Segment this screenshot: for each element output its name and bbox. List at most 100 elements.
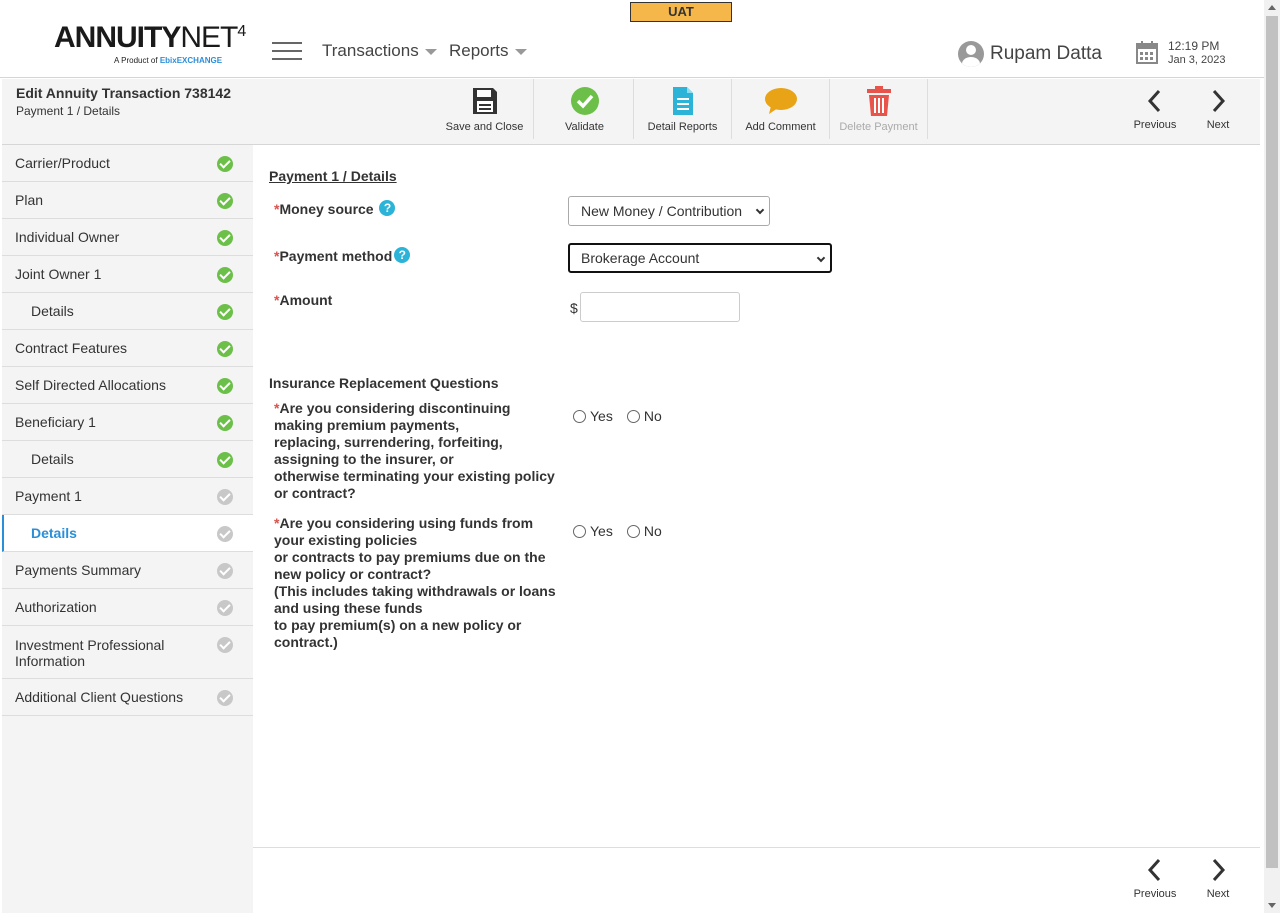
scrollbar-thumb[interactable]: [1266, 16, 1278, 868]
chevron-left-icon: [1147, 858, 1161, 882]
previous-button[interactable]: Previous: [1125, 79, 1185, 131]
question-2-line: Are you considering using funds from you…: [274, 515, 534, 548]
save-and-close-button[interactable]: Save and Close: [436, 79, 534, 139]
sidebar-item-investment-professional[interactable]: Investment Professional Information: [2, 626, 253, 679]
floppy-disk-icon: [472, 88, 497, 114]
speech-bubble-icon: [764, 88, 797, 114]
logo-brand: EbixEXCHANGE: [159, 56, 223, 65]
validate-button[interactable]: Validate: [536, 79, 634, 139]
save-and-close-label: Save and Close: [445, 121, 524, 133]
clock-time: 12:19 PM: [1168, 39, 1220, 53]
user-menu[interactable]: Rupam Datta: [958, 40, 1102, 68]
amount-input[interactable]: [580, 292, 740, 322]
top-header: AnnuityNet4 A Product of EbixEXCHANGE UA…: [0, 0, 1264, 78]
question-2-yes-radio[interactable]: [573, 524, 586, 538]
sidebar-item-payments-summary[interactable]: Payments Summary: [2, 552, 253, 589]
section-sidebar: Carrier/Product Plan Individual Owner Jo…: [2, 145, 253, 913]
complete-check-icon: [217, 452, 233, 468]
bottom-next-button[interactable]: Next: [1188, 848, 1248, 900]
complete-check-icon: [217, 193, 233, 209]
detail-reports-button[interactable]: Detail Reports: [634, 79, 732, 139]
sidebar-item-label: Details: [31, 303, 74, 319]
caret-down-icon: [514, 48, 527, 55]
question-1-radio-group: Yes No: [573, 408, 676, 424]
sidebar-item-carrier-product[interactable]: Carrier/Product: [2, 145, 253, 182]
delete-payment-label: Delete Payment: [839, 121, 918, 133]
complete-check-icon: [217, 415, 233, 431]
incomplete-check-icon: [217, 637, 233, 653]
money-source-select[interactable]: New Money / Contribution: [568, 196, 770, 226]
menu-transactions[interactable]: Transactions: [322, 41, 437, 61]
page-scrollbar[interactable]: [1264, 0, 1280, 913]
add-comment-button[interactable]: Add Comment: [732, 79, 830, 139]
check-circle-icon: [570, 87, 599, 115]
sidebar-item-label: Details: [31, 525, 77, 541]
yes-label: Yes: [590, 523, 613, 539]
sidebar-item-payment-1[interactable]: Payment 1: [2, 478, 253, 515]
sidebar-item-label: Additional Client Questions: [15, 689, 184, 705]
sidebar-item-label: Plan: [15, 192, 44, 208]
question-1-no-radio[interactable]: [626, 409, 640, 423]
next-button[interactable]: Next: [1188, 79, 1248, 131]
sidebar-item-payment-details[interactable]: Details: [2, 515, 253, 552]
logo-version: 4: [237, 23, 246, 40]
help-icon[interactable]: ?: [394, 247, 411, 263]
calendar-icon: [1136, 41, 1158, 64]
previous-label: Previous: [1133, 119, 1177, 131]
scroll-down-arrow-icon[interactable]: [1268, 903, 1276, 908]
sidebar-item-joint-owner-details[interactable]: Details: [2, 293, 253, 330]
menu-reports[interactable]: Reports: [449, 41, 527, 61]
sidebar-item-label: Authorization: [15, 599, 97, 615]
replacement-question-1: *Are you considering discontinuing makin…: [274, 400, 559, 502]
bottom-navigation: Previous Next: [253, 847, 1260, 913]
sidebar-item-contract-features[interactable]: Contract Features: [2, 330, 253, 367]
logo-word-a: Annuity: [54, 21, 181, 54]
sidebar-item-additional-client-questions[interactable]: Additional Client Questions: [2, 679, 253, 716]
delete-payment-button[interactable]: Delete Payment: [830, 79, 928, 139]
sidebar-item-label: Individual Owner: [15, 229, 120, 245]
money-source-label-text: Money source: [279, 201, 374, 217]
sidebar-item-label: Contract Features: [15, 340, 128, 356]
logo-word-b: Net: [180, 21, 238, 54]
payment-method-value: Brokerage Account: [581, 250, 700, 266]
menu-reports-label: Reports: [449, 41, 509, 60]
bottom-previous-button[interactable]: Previous: [1125, 848, 1185, 900]
help-icon[interactable]: ?: [379, 200, 396, 216]
complete-check-icon: [217, 304, 233, 320]
sidebar-item-authorization[interactable]: Authorization: [2, 589, 253, 626]
annuitynet-logo[interactable]: AnnuityNet4 A Product of EbixEXCHANGE: [54, 16, 246, 66]
question-1-line: replacing, surrendering, forfeiting, ass…: [274, 434, 503, 467]
chevron-down-icon: [816, 253, 826, 263]
hamburger-menu-icon[interactable]: [272, 42, 302, 60]
sidebar-item-label: Details: [31, 451, 74, 467]
sidebar-item-joint-owner-1[interactable]: Joint Owner 1: [2, 256, 253, 293]
sidebar-item-label: Carrier/Product: [15, 155, 110, 171]
sidebar-item-beneficiary-details[interactable]: Details: [2, 441, 253, 478]
caret-down-icon: [424, 48, 437, 55]
yes-label: Yes: [590, 408, 613, 424]
menu-transactions-label: Transactions: [322, 41, 419, 60]
payment-method-select[interactable]: Brokerage Account: [568, 243, 832, 273]
chevron-down-icon: [755, 205, 765, 215]
sidebar-item-self-directed-allocations[interactable]: Self Directed Allocations: [2, 367, 253, 404]
question-2-line: to pay premium(s) on a new policy or con…: [274, 617, 522, 650]
sidebar-item-label: Self Directed Allocations: [15, 377, 166, 393]
scroll-up-arrow-icon[interactable]: [1268, 5, 1276, 10]
main-form: Payment 1 / Details *Money source ? New …: [253, 145, 1260, 847]
transaction-title: Edit Annuity Transaction 738142: [16, 85, 231, 101]
money-source-label: *Money source ?: [274, 200, 396, 217]
no-label: No: [643, 408, 662, 424]
currency-symbol: $: [570, 300, 578, 316]
sidebar-item-plan[interactable]: Plan: [2, 182, 253, 219]
complete-check-icon: [217, 341, 233, 357]
question-2-radio-group: Yes No: [573, 523, 676, 539]
question-2-line: (This includes taking withdrawals or loa…: [274, 583, 556, 616]
question-1-yes-radio[interactable]: [573, 409, 586, 423]
page: AnnuityNet4 A Product of EbixEXCHANGE UA…: [0, 0, 1280, 913]
sidebar-item-beneficiary-1[interactable]: Beneficiary 1: [2, 404, 253, 441]
sidebar-item-individual-owner[interactable]: Individual Owner: [2, 219, 253, 256]
question-2-line: or contracts to pay premiums due on the …: [274, 549, 546, 582]
user-avatar-icon: [958, 41, 984, 67]
add-comment-label: Add Comment: [745, 121, 816, 133]
question-2-no-radio[interactable]: [626, 524, 640, 538]
